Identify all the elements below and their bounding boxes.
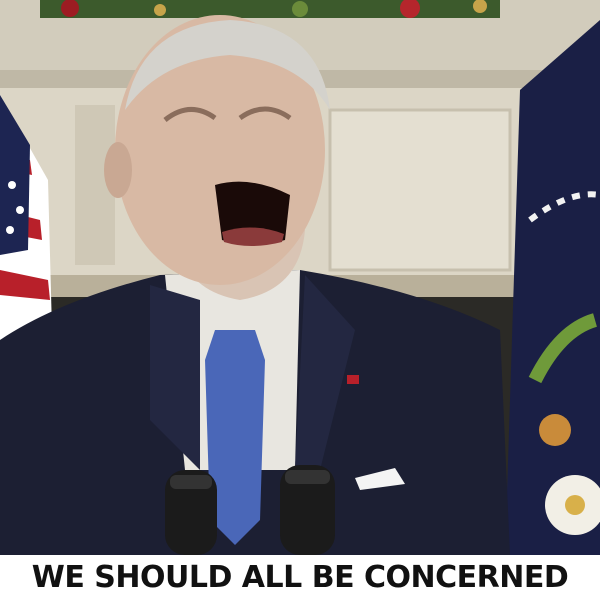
microphone-icon <box>280 465 335 555</box>
flag-lapel-pin-icon <box>347 375 359 384</box>
microphone-icon <box>165 470 217 555</box>
fireplace-panel <box>328 108 512 272</box>
meme-photo <box>0 0 600 555</box>
garland-decoration <box>40 0 500 18</box>
ear <box>104 142 132 198</box>
caption-text: WE SHOULD ALL BE CONCERNED <box>31 559 569 595</box>
caption-bar: WE SHOULD ALL BE CONCERNED <box>0 555 600 600</box>
meme-frame: WE SHOULD ALL BE CONCERNED <box>0 0 600 600</box>
scene-illustration <box>0 0 600 555</box>
